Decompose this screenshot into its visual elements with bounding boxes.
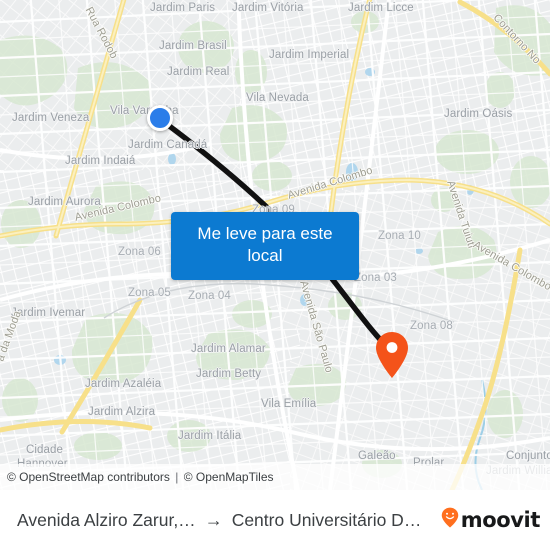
trip-origin-label: Avenida Alziro Zarur,… — [17, 509, 196, 530]
trip-destination-label: Centro Universitário De Mar… — [231, 509, 422, 530]
map-viewport[interactable]: Jardim Paris Jardim Vitória Jardim Licce Ja… — [0, 0, 550, 490]
origin-marker[interactable] — [147, 105, 173, 131]
trip-footer-bar: Avenida Alziro Zarur,… → Centro Universi… — [0, 490, 550, 550]
callout-line-2: local — [247, 246, 283, 265]
moovit-logo[interactable]: moovit — [441, 507, 540, 533]
moovit-pin-icon — [441, 507, 459, 533]
osm-attribution-link[interactable]: © OpenStreetMap contributors — [7, 470, 170, 484]
destination-marker[interactable] — [374, 331, 410, 379]
callout-line-1: Me leve para este — [197, 224, 333, 243]
take-me-there-callout[interactable]: Me leve para este local — [171, 212, 359, 280]
map-attribution: © OpenStreetMap contributors | © OpenMap… — [0, 464, 550, 490]
trip-summary[interactable]: Avenida Alziro Zarur,… → Centro Universi… — [10, 510, 429, 531]
attribution-separator: | — [175, 470, 179, 484]
arrow-right-icon: → — [204, 510, 223, 530]
openmaptiles-attribution-link[interactable]: © OpenMapTiles — [184, 470, 274, 484]
moovit-wordmark: moovit — [460, 508, 541, 532]
